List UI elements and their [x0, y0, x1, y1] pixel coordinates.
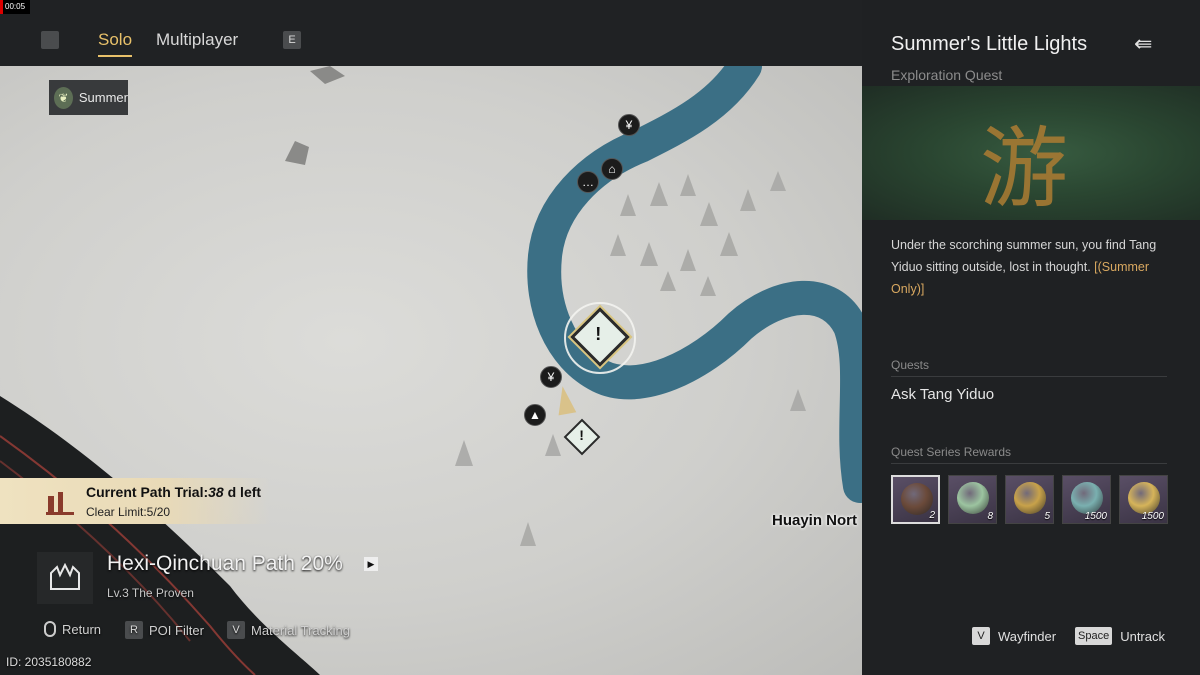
reward-quantity: 2 [929, 510, 935, 521]
money-bag-icon[interactable]: ¥ [540, 366, 562, 388]
material-tracking-hint[interactable]: V Material Tracking [227, 621, 350, 639]
reward-quantity: 1500 [1084, 511, 1107, 522]
season-label: Summer [78, 90, 128, 105]
wind-orb-icon [1071, 482, 1103, 514]
rewards-heading: Quest Series Rewards [891, 445, 1012, 459]
path-subtitle[interactable]: Lv.3 The Proven [107, 586, 194, 600]
region-label: Huayin Nort [772, 512, 858, 529]
reward-quantity: 5 [1044, 511, 1050, 522]
key-hint-left: Q [41, 31, 59, 49]
top-bar: 00:05 Q Solo Multiplayer E [0, 0, 862, 66]
map-terrain [0, 66, 862, 675]
poi-filter-hint[interactable]: R POI Filter [125, 621, 204, 639]
trial-banner-icon [46, 492, 74, 515]
trial-days: 38 [208, 484, 224, 500]
quest-title: Summer's Little Lights [891, 33, 1088, 55]
return-hint[interactable]: Return [44, 621, 101, 637]
untrack-hint[interactable]: Space Untrack [1075, 627, 1165, 645]
trial-clear-limit: Clear Limit:5/20 [86, 505, 171, 519]
reward-slot-ore[interactable]: 2 [891, 475, 940, 524]
exclamation-icon: ! [595, 324, 602, 345]
player-id: ID: 2035180882 [6, 655, 92, 669]
reward-quantity: 8 [987, 511, 993, 522]
path-expand-icon[interactable]: ▶ [364, 557, 378, 571]
path-title: Hexi-Qinchuan Path 20% [107, 552, 343, 575]
mouse-icon [44, 621, 56, 637]
jade-disc-icon [957, 482, 989, 514]
tab-solo[interactable]: Solo [98, 30, 133, 57]
reward-slot-coins[interactable]: 1500 [1119, 475, 1168, 524]
trial-title: Current Path Trial:38 d left [86, 484, 262, 500]
game-map-screen: ! ! ¥ ⌂ … ¥ ▲ Huayin Nort 00:05 Q Solo M… [0, 0, 1200, 675]
banner-glyph: 游 [980, 117, 1069, 220]
quest-detail-panel: Summer's Little Lights ⇚ 游 Exploration Q… [862, 0, 1200, 675]
exclamation-icon: ! [579, 427, 584, 444]
wayfinder-hint[interactable]: V Wayfinder [972, 627, 1056, 645]
money-bag-icon[interactable]: ¥ [618, 114, 640, 136]
reward-slot-wind-orb[interactable]: 1500 [1062, 475, 1111, 524]
reward-quantity: 1500 [1141, 511, 1164, 522]
key-hint-right: E [283, 31, 301, 49]
tab-multiplayer[interactable]: Multiplayer [156, 30, 238, 50]
coins-icon [1128, 482, 1160, 514]
path-trial-banner[interactable]: Current Path Trial:38 d left Clear Limit… [0, 478, 270, 524]
quest-type: Exploration Quest [891, 67, 1003, 83]
quest-banner: 游 [862, 86, 1200, 220]
recording-timer: 00:05 [0, 0, 30, 14]
back-arrow-icon[interactable]: ⇚ [1134, 33, 1170, 56]
reward-slot-jade-disc[interactable]: 8 [948, 475, 997, 524]
season-filter-chip[interactable]: ❦ Summer [49, 80, 128, 115]
river [527, 66, 862, 503]
reward-slot-golden-seal[interactable]: 5 [1005, 475, 1054, 524]
leaf-icon: ❦ [54, 86, 73, 109]
quest-step[interactable]: Ask Tang Yiduo [891, 386, 994, 403]
divider [891, 376, 1167, 377]
path-emblem-icon[interactable] [37, 552, 93, 604]
world-map[interactable]: ! ! ¥ ⌂ … ¥ ▲ Huayin Nort [0, 66, 862, 675]
hat-icon[interactable]: ▲ [524, 404, 546, 426]
quests-heading: Quests [891, 358, 930, 372]
camp-icon[interactable]: ⌂ [601, 158, 623, 180]
golden-seal-icon [1014, 482, 1046, 514]
quest-description: Under the scorching summer sun, you find… [891, 238, 1157, 296]
chat-bubble-icon[interactable]: … [577, 171, 599, 193]
divider [891, 463, 1167, 464]
